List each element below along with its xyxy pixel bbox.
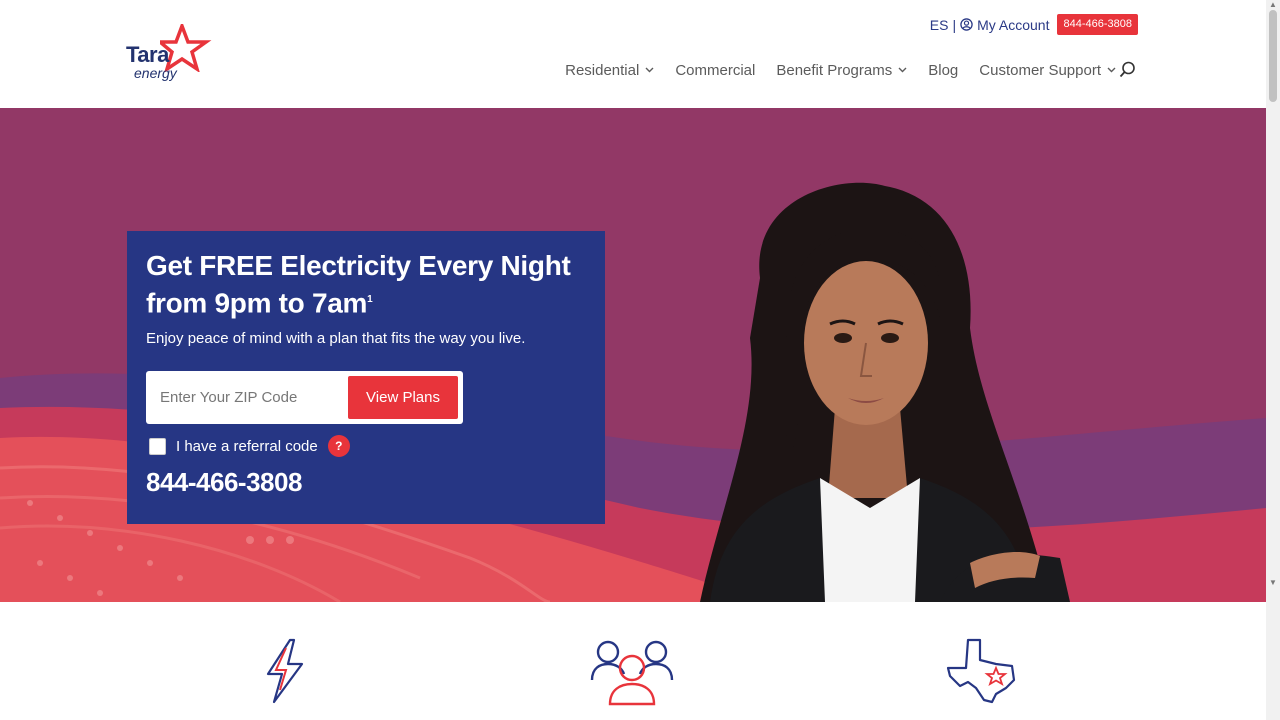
- nav-label: Benefit Programs: [776, 62, 893, 79]
- hero-signup-card: Get FREE Electricity Every Night from 9p…: [127, 231, 605, 524]
- nav-label: Blog: [928, 62, 959, 79]
- hero-section: Get FREE Electricity Every Night from 9p…: [0, 108, 1266, 602]
- hero-phone-number[interactable]: 844-466-3808: [146, 467, 302, 498]
- zip-form: View Plans: [146, 371, 463, 424]
- nav-item-blog[interactable]: Blog: [928, 62, 958, 79]
- utility-bar: ES | My Account 844-466-3808: [930, 14, 1138, 35]
- people-icon: [590, 640, 674, 706]
- referral-row: I have a referral code ?: [149, 435, 350, 457]
- nav-label: Commercial: [675, 62, 756, 79]
- utility-separator: |: [952, 16, 957, 33]
- chevron-down-icon: [1107, 65, 1116, 76]
- my-account-label: My Account: [977, 16, 1050, 33]
- nav-item-customer-support[interactable]: Customer Support: [979, 62, 1116, 79]
- site-header: Tara energy ES | My Account 844-466-3808…: [0, 0, 1266, 108]
- scroll-up-arrow-icon[interactable]: ▲: [1269, 0, 1277, 9]
- user-circle-icon: [960, 18, 973, 31]
- nav-item-residential[interactable]: Residential: [565, 62, 654, 79]
- zip-code-input[interactable]: [148, 373, 343, 422]
- help-icon[interactable]: ?: [327, 435, 350, 457]
- chevron-down-icon: [645, 65, 654, 76]
- footnote-marker: 1: [367, 294, 373, 305]
- nav-label: Customer Support: [979, 62, 1101, 79]
- page-scrollbar[interactable]: ▲ ▼: [1266, 0, 1280, 720]
- hero-heading: Get FREE Electricity Every Night from 9p…: [146, 250, 571, 319]
- referral-checkbox[interactable]: [149, 437, 166, 455]
- hero-subheading: Enjoy peace of mind with a plan that fit…: [146, 330, 526, 347]
- main-nav: Residential Commercial Benefit Programs …: [544, 61, 1135, 79]
- scroll-down-arrow-icon[interactable]: ▼: [1269, 578, 1277, 587]
- tara-energy-logo[interactable]: Tara energy: [124, 24, 214, 88]
- scrollbar-thumb[interactable]: [1269, 10, 1277, 102]
- lightning-icon: [266, 638, 304, 704]
- view-plans-button[interactable]: View Plans: [348, 376, 458, 419]
- chevron-down-icon: [898, 65, 907, 76]
- woman-portrait-image: [700, 182, 1070, 602]
- my-account-link[interactable]: My Account: [960, 17, 1049, 33]
- referral-label: I have a referral code: [176, 437, 318, 455]
- features-section: [0, 602, 1266, 720]
- language-toggle[interactable]: ES: [930, 17, 949, 33]
- nav-label: Residential: [565, 62, 640, 79]
- header-phone-button[interactable]: 844-466-3808: [1057, 14, 1138, 35]
- nav-item-benefit-programs[interactable]: Benefit Programs: [776, 62, 907, 79]
- texas-star-icon: [946, 638, 1016, 704]
- logo-text-sub: energy: [134, 65, 177, 81]
- search-icon[interactable]: [1119, 61, 1136, 82]
- nav-item-commercial[interactable]: Commercial: [675, 62, 755, 79]
